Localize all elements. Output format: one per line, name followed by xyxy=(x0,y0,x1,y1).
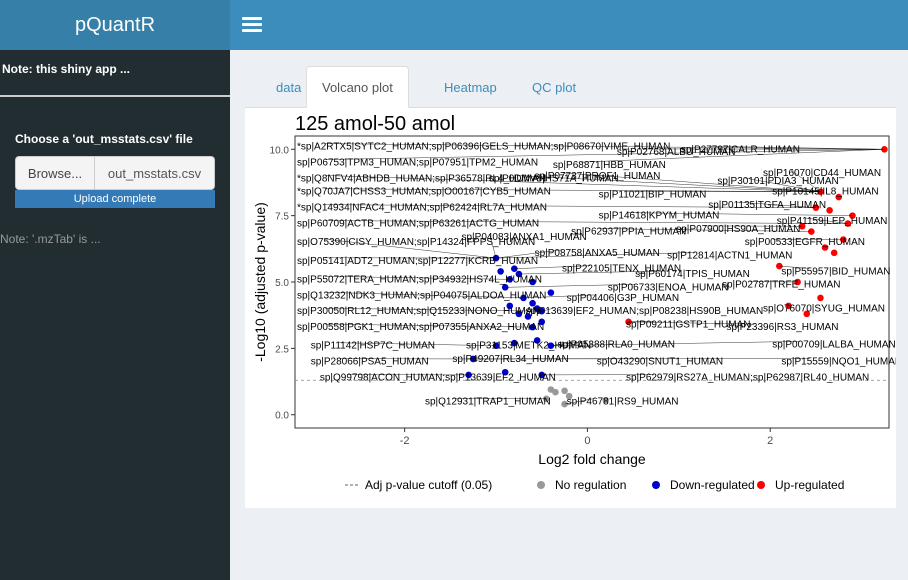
protein-label: sp|P68871|HBB_HUMAN xyxy=(553,160,666,171)
sidebar-note-mztab: Note: '.mzTab' is ... xyxy=(0,232,101,246)
upload-progress-bar: Upload complete xyxy=(15,190,215,208)
protein-label: sp|P30101|PDIA3_HUMAN xyxy=(717,176,838,187)
protein-label: sp|P27797|CALR_HUMAN xyxy=(681,144,800,155)
y-axis-label: -Log10 (adjusted p-value) xyxy=(252,202,268,362)
x-tick-label: 2 xyxy=(767,435,773,447)
x-tick-label: -2 xyxy=(400,435,410,447)
protein-label: sp|P62937|PPIA_HUMAN xyxy=(571,227,686,238)
protein-label: *sp|A2RTX5|SYTC2_HUMAN;sp|P06396|GELS_HU… xyxy=(297,142,670,153)
top-navbar xyxy=(230,0,908,50)
legend-swatch-no xyxy=(537,481,545,489)
legend-label: Up-regulated xyxy=(775,478,844,492)
x-axis-label: Log2 fold change xyxy=(538,451,646,467)
legend-label: No regulation xyxy=(555,478,626,492)
protein-label: *sp|Q70JA7|CHSS3_HUMAN;sp|O00167|CYB5_HU… xyxy=(297,187,551,198)
tab-heatmap[interactable]: Heatmap xyxy=(429,66,512,108)
protein-label: sp|P11142|HSP7C_HUMAN xyxy=(311,341,435,352)
protein-label: sp|P46781|RS9_HUMAN xyxy=(567,396,679,407)
point-no-regulation xyxy=(547,386,555,393)
point-up-regulated xyxy=(830,249,838,257)
protein-label: sp|P60174|TPIS_HUMAN xyxy=(635,269,750,280)
browse-button[interactable]: Browse... xyxy=(15,156,95,190)
tab-volcano-plot[interactable]: Volcano plot xyxy=(306,66,409,108)
y-tick-label: 7.5 xyxy=(275,212,289,223)
protein-label: sp|P30050|RL12_HUMAN;sp|Q15233|NONO_HUMA… xyxy=(297,306,540,317)
point-up-regulated xyxy=(817,294,824,302)
app-logo[interactable]: pQuantR xyxy=(0,0,230,50)
y-tick-label: 2.5 xyxy=(275,344,289,355)
sidebar-toggle-icon[interactable] xyxy=(242,14,262,34)
legend-swatch-down xyxy=(652,481,660,489)
y-tick-label: 5.0 xyxy=(275,278,289,289)
file-name-field[interactable]: out_msstats.csv xyxy=(95,156,215,190)
protein-label: *sp|Q14934|NFAC4_HUMAN;sp|P62424|RL7A_HU… xyxy=(297,203,547,214)
protein-label: sp|Q99798|ACON_HUMAN;sp|P13639|EF2_HUMAN xyxy=(320,373,556,384)
y-tick-label: 10.0 xyxy=(270,145,290,156)
point-down-regulated xyxy=(547,289,555,296)
protein-label: sp|P06733|ENOA_HUMAN xyxy=(608,282,729,293)
protein-label: sp|P02787|TRFE_HUMAN xyxy=(722,280,841,291)
y-tick-label: 0.0 xyxy=(275,411,289,422)
protein-label: sp|P10145|IL8_HUMAN xyxy=(772,187,878,198)
protein-label: sp|P55072|TERA_HUMAN;sp|P34932|HS74L_HUM… xyxy=(297,274,542,285)
protein-label: sp|P05388|RLA0_HUMAN xyxy=(557,339,674,350)
protein-label: sp|P15559|NQO1_HUMAN xyxy=(781,357,896,368)
protein-label: sp|Q13232|NDK3_HUMAN;sp|P04075|ALDOA_HUM… xyxy=(297,290,546,301)
tab-qc-plot[interactable]: QC plot xyxy=(517,66,591,108)
app-title: pQuantR xyxy=(74,13,156,36)
point-up-regulated xyxy=(826,207,833,214)
protein-label: sp|P55957|BID_HUMAN xyxy=(781,266,890,277)
volcano-plot: 125 amol-50 amol *sp|A2RTX5|SYTC2_HUMAN;s… xyxy=(252,113,902,492)
protein-label: sp|P49207|RL34_HUMAN xyxy=(452,354,568,365)
protein-label: sp|P13639|EF2_HUMAN;sp|P08238|HS90B_HUMA… xyxy=(525,306,763,317)
protein-label: sp|P28066|PSA5_HUMAN xyxy=(311,357,429,368)
x-tick-label: 0 xyxy=(584,435,590,447)
protein-label: sp|P07900|HS90A_HUMAN xyxy=(676,224,800,235)
sidebar-note: Note: this shiny app ... xyxy=(0,50,230,97)
protein-label: sp|P05141|ADT2_HUMAN;sp|P12277|KCRB_HUMA… xyxy=(297,256,538,267)
protein-label: sp|P08758|ANXA5_HUMAN xyxy=(535,248,660,259)
protein-label: sp|P00709|LALBA_HUMAN xyxy=(772,339,896,350)
protein-label: sp|P62979|RS27A_HUMAN;sp|P62987|RL40_HUM… xyxy=(626,373,869,384)
protein-label: sp|P11021|BIP_HUMAN xyxy=(599,189,707,200)
protein-label: sp|P09211|GSTP1_HUMAN xyxy=(626,319,751,330)
protein-label: sp|P01135|TGFA_HUMAN xyxy=(708,200,826,211)
protein-label: sp|O43290|SNUT1_HUMAN xyxy=(597,357,723,368)
protein-label: sp|P00558|PGK1_HUMAN;sp|P07355|ANXA2_HUM… xyxy=(297,322,544,333)
legend-label: Down-regulated xyxy=(670,478,755,492)
file-input-label: Choose a 'out_msstats.csv' file xyxy=(15,132,193,146)
protein-label: sp|P14618|KPYM_HUMAN xyxy=(599,211,720,222)
plot-title: 125 amol-50 amol xyxy=(295,113,455,135)
protein-label: sp|P04406|G3P_HUMAN xyxy=(567,293,679,304)
protein-label: sp|O76070|SYUG_HUMAN xyxy=(763,304,885,315)
protein-label: sp|P60709|ACTB_HUMAN;sp|P63261|ACTG_HUMA… xyxy=(297,219,539,230)
sidebar: Note: this shiny app ... Choose a 'out_m… xyxy=(0,50,230,580)
protein-label: sp|P04083|ANXA1_HUMAN xyxy=(461,232,586,243)
legend-label: Adj p-value cutoff (0.05) xyxy=(365,478,492,492)
legend-swatch-up xyxy=(757,481,765,489)
protein-label: sp|Q12931|TRAP1_HUMAN xyxy=(425,396,551,407)
volcano-plot-panel: 125 amol-50 amol *sp|A2RTX5|SYTC2_HUMAN;s… xyxy=(245,108,902,508)
protein-label: sp|P06753|TPM3_HUMAN;sp|P07951|TPM2_HUMA… xyxy=(297,158,538,169)
protein-label: sp|P07737|PROF1_HUMAN xyxy=(535,171,661,182)
protein-label: sp|P12814|ACTN1_HUMAN xyxy=(667,250,792,261)
point-no-regulation xyxy=(561,387,568,395)
protein-label: sp|P00533|EGFR_HUMAN xyxy=(745,237,865,248)
tab-bar: data Volcano plot Heatmap QC plot xyxy=(245,66,896,108)
